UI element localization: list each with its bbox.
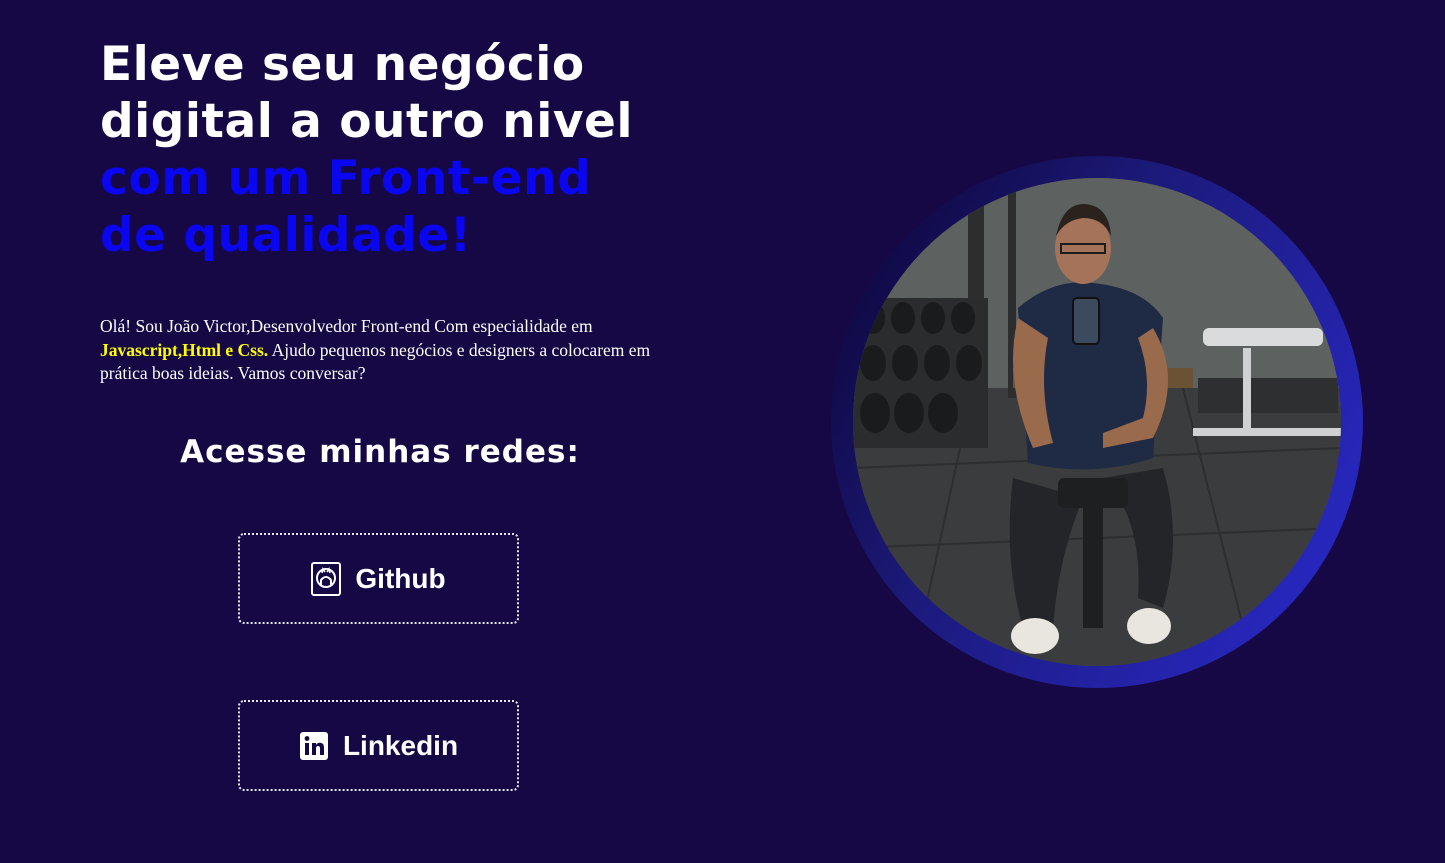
hero-headline: Eleve seu negócio digital a outro nivel … — [100, 36, 720, 264]
skills-highlight: Javascript,Html e Css. — [100, 339, 269, 360]
profile-photo — [853, 178, 1341, 666]
linkedin-icon — [299, 729, 329, 763]
intro-paragraph: Olá! Sou João Victor,Desenvolvedor Front… — [100, 315, 660, 386]
headline-line-2: digital a outro nivel — [100, 94, 633, 149]
github-button-label: Github — [355, 562, 446, 594]
headline-line-4: de qualidade! — [100, 208, 472, 263]
social-section-title: Acesse minhas redes: — [180, 434, 580, 470]
landing-page: Eleve seu negócio digital a outro nivel … — [0, 0, 1445, 863]
github-icon — [311, 561, 342, 596]
headline-line-1: Eleve seu negócio — [100, 37, 585, 92]
linkedin-button[interactable]: Linkedin — [238, 700, 519, 791]
headline-line-3: com um Front-end — [100, 151, 592, 206]
linkedin-button-label: Linkedin — [342, 729, 459, 761]
github-button[interactable]: Github — [238, 533, 519, 624]
intro-text-start: Olá! Sou João Victor,Desenvolvedor Front… — [100, 316, 593, 336]
